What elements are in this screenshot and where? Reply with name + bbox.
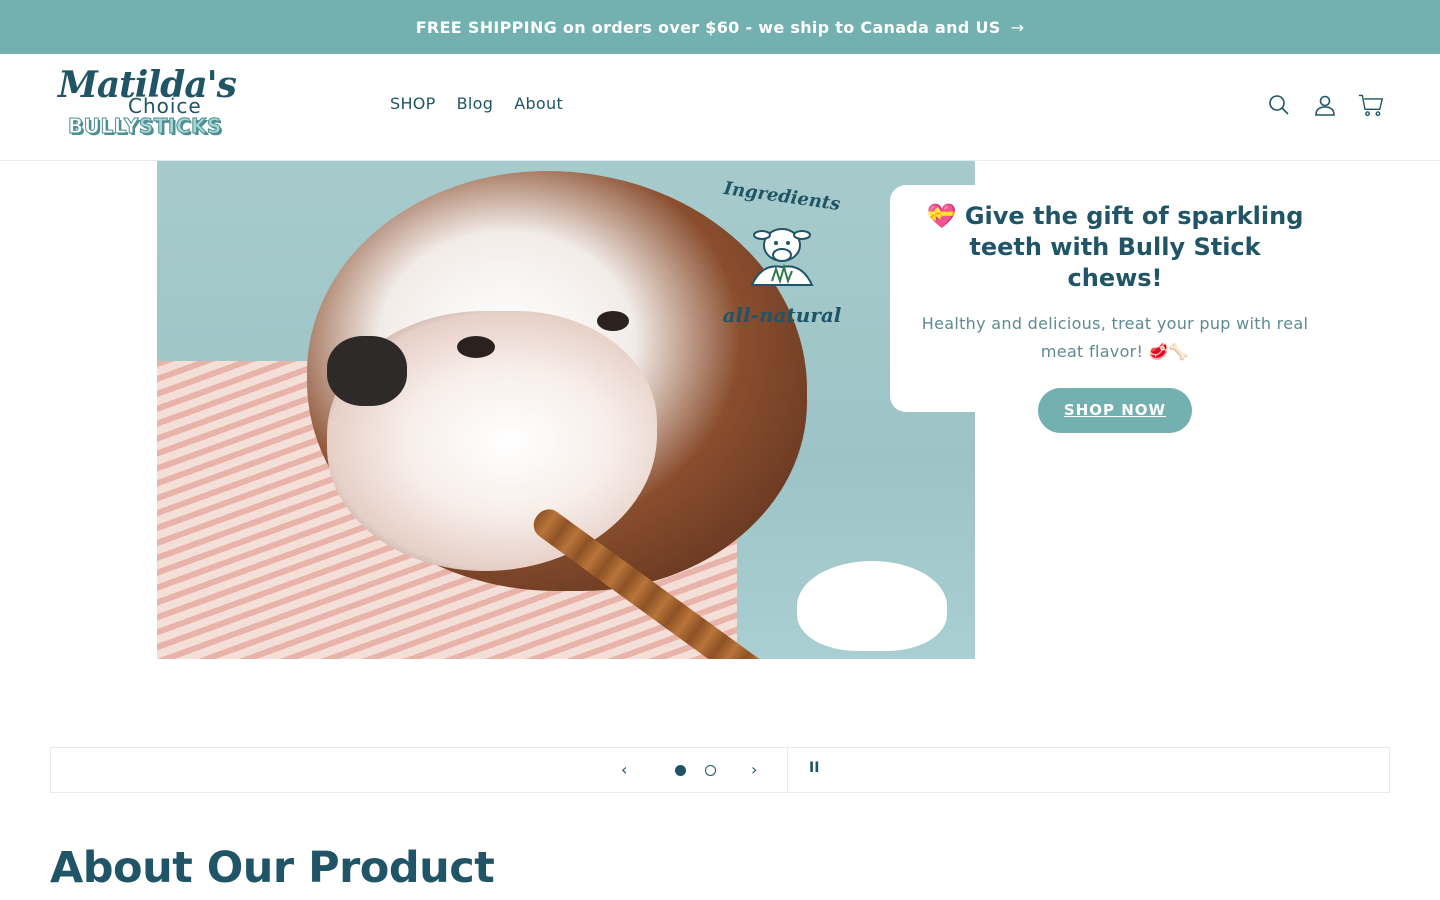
hero-image: Ingredients all-natural xyxy=(157,161,990,659)
search-icon[interactable] xyxy=(1266,90,1292,120)
dog-eye-graphic xyxy=(597,311,629,331)
divider xyxy=(787,748,788,792)
cart-icon[interactable] xyxy=(1358,90,1384,120)
nav-item-shop[interactable]: SHOP xyxy=(390,94,436,113)
section-title: About Our Product xyxy=(50,843,495,893)
logo-line-3: BULLYSTICKS xyxy=(68,114,222,139)
main-nav: SHOP Blog About xyxy=(390,94,563,113)
nav-item-about[interactable]: About xyxy=(514,94,563,113)
ingredients-badge: Ingredients all-natural xyxy=(717,178,847,336)
hero-card: 💝 Give the gift of sparkling teeth with … xyxy=(890,185,1340,433)
cow-icon xyxy=(750,228,814,286)
hero-subtext: Healthy and delicious, treat your pup wi… xyxy=(921,314,1309,361)
chevron-left-icon[interactable]: ‹ xyxy=(621,760,627,779)
announcement-text[interactable]: FREE SHIPPING on orders over $60 - we sh… xyxy=(416,18,1001,37)
slider-controls: ‹ › II xyxy=(50,747,1390,793)
dog-nose-graphic xyxy=(327,336,407,406)
header-icons xyxy=(1266,90,1384,120)
shop-now-button[interactable]: SHOP NOW xyxy=(1038,388,1192,433)
nav-item-blog[interactable]: Blog xyxy=(457,94,494,113)
pause-icon[interactable]: II xyxy=(809,760,819,776)
slide-dot-1[interactable] xyxy=(675,765,686,776)
badge-top-text: Ingredients xyxy=(722,177,842,216)
chevron-right-icon[interactable]: › xyxy=(751,760,757,779)
hero-heading: 💝 Give the gift of sparkling teeth with … xyxy=(926,202,1304,292)
arrow-right-icon: → xyxy=(1010,17,1025,37)
dog-eye-graphic xyxy=(457,336,495,358)
badge-bottom-text: all-natural xyxy=(722,303,842,327)
logo[interactable]: Matilda's Choice BULLYSTICKS xyxy=(58,64,237,144)
site-header: Matilda's Choice BULLYSTICKS SHOP Blog A… xyxy=(0,54,1440,161)
announcement-bar[interactable]: FREE SHIPPING on orders over $60 - we sh… xyxy=(0,0,1440,54)
account-icon[interactable] xyxy=(1312,90,1338,120)
slide-dot-2[interactable] xyxy=(705,765,716,776)
dog-paw-graphic xyxy=(797,561,947,651)
